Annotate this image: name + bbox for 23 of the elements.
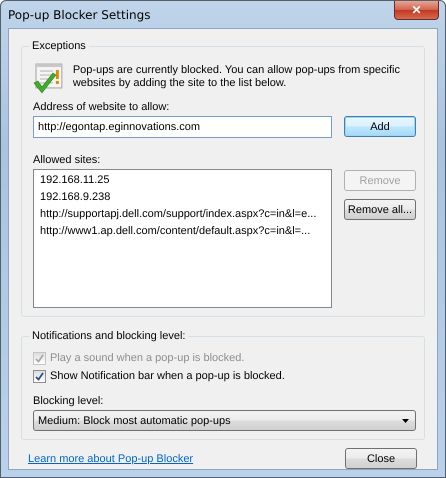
dropdown-arrow-icon: [402, 418, 409, 422]
window-title: Pop-up Blocker Settings: [8, 8, 151, 22]
address-field[interactable]: http://egontap.eginnovations.com: [33, 116, 332, 138]
checkbox[interactable]: [33, 370, 46, 382]
allowed-sites-label: Allowed sites:: [33, 153, 102, 167]
close-button[interactable]: ✕: [394, 1, 439, 20]
site-list-item[interactable]: http://supportapj.dell.com/support/index.aspx?c=in&l=e...: [39, 208, 326, 221]
site-list-item[interactable]: 192.168.11.25: [39, 174, 326, 187]
checkbox-label[interactable]: Show Notification bar when a pop-up is blocked.: [50, 369, 285, 383]
checklist-warning-icon: [33, 62, 63, 94]
remove-all-button[interactable]: Remove all...: [344, 199, 416, 220]
address-label: Address of website to allow:: [33, 100, 170, 114]
group-title: Notifications and blocking level:: [29, 329, 188, 343]
allowed-sites-list[interactable]: 192.168.11.25 192.168.9.238 http://supportapj.dell.com/support/index.aspx?c=in&l=e... http://www1.ap.dell.com/content/default.aspx?c=in&l=...: [33, 169, 332, 308]
learn-more-link[interactable]: Learn more about Pop-up Blocker: [28, 452, 194, 464]
site-list-item[interactable]: http://www1.ap.dell.com/content/default.aspx?c=in&l=...: [39, 225, 326, 238]
blocking-level-dropdown[interactable]: Medium: Block most automatic pop-ups: [33, 410, 416, 431]
info-message: Pop-ups are currently blocked. You can allow pop-ups from specific websites by adding the site to the list below.: [72, 63, 401, 91]
close-dialog-button[interactable]: Close: [345, 448, 417, 469]
group-title: Exceptions: [29, 39, 89, 53]
site-list-item[interactable]: 192.168.9.238: [39, 191, 326, 204]
blocking-level-label: Blocking level:: [33, 394, 104, 408]
add-button[interactable]: Add: [344, 116, 416, 137]
